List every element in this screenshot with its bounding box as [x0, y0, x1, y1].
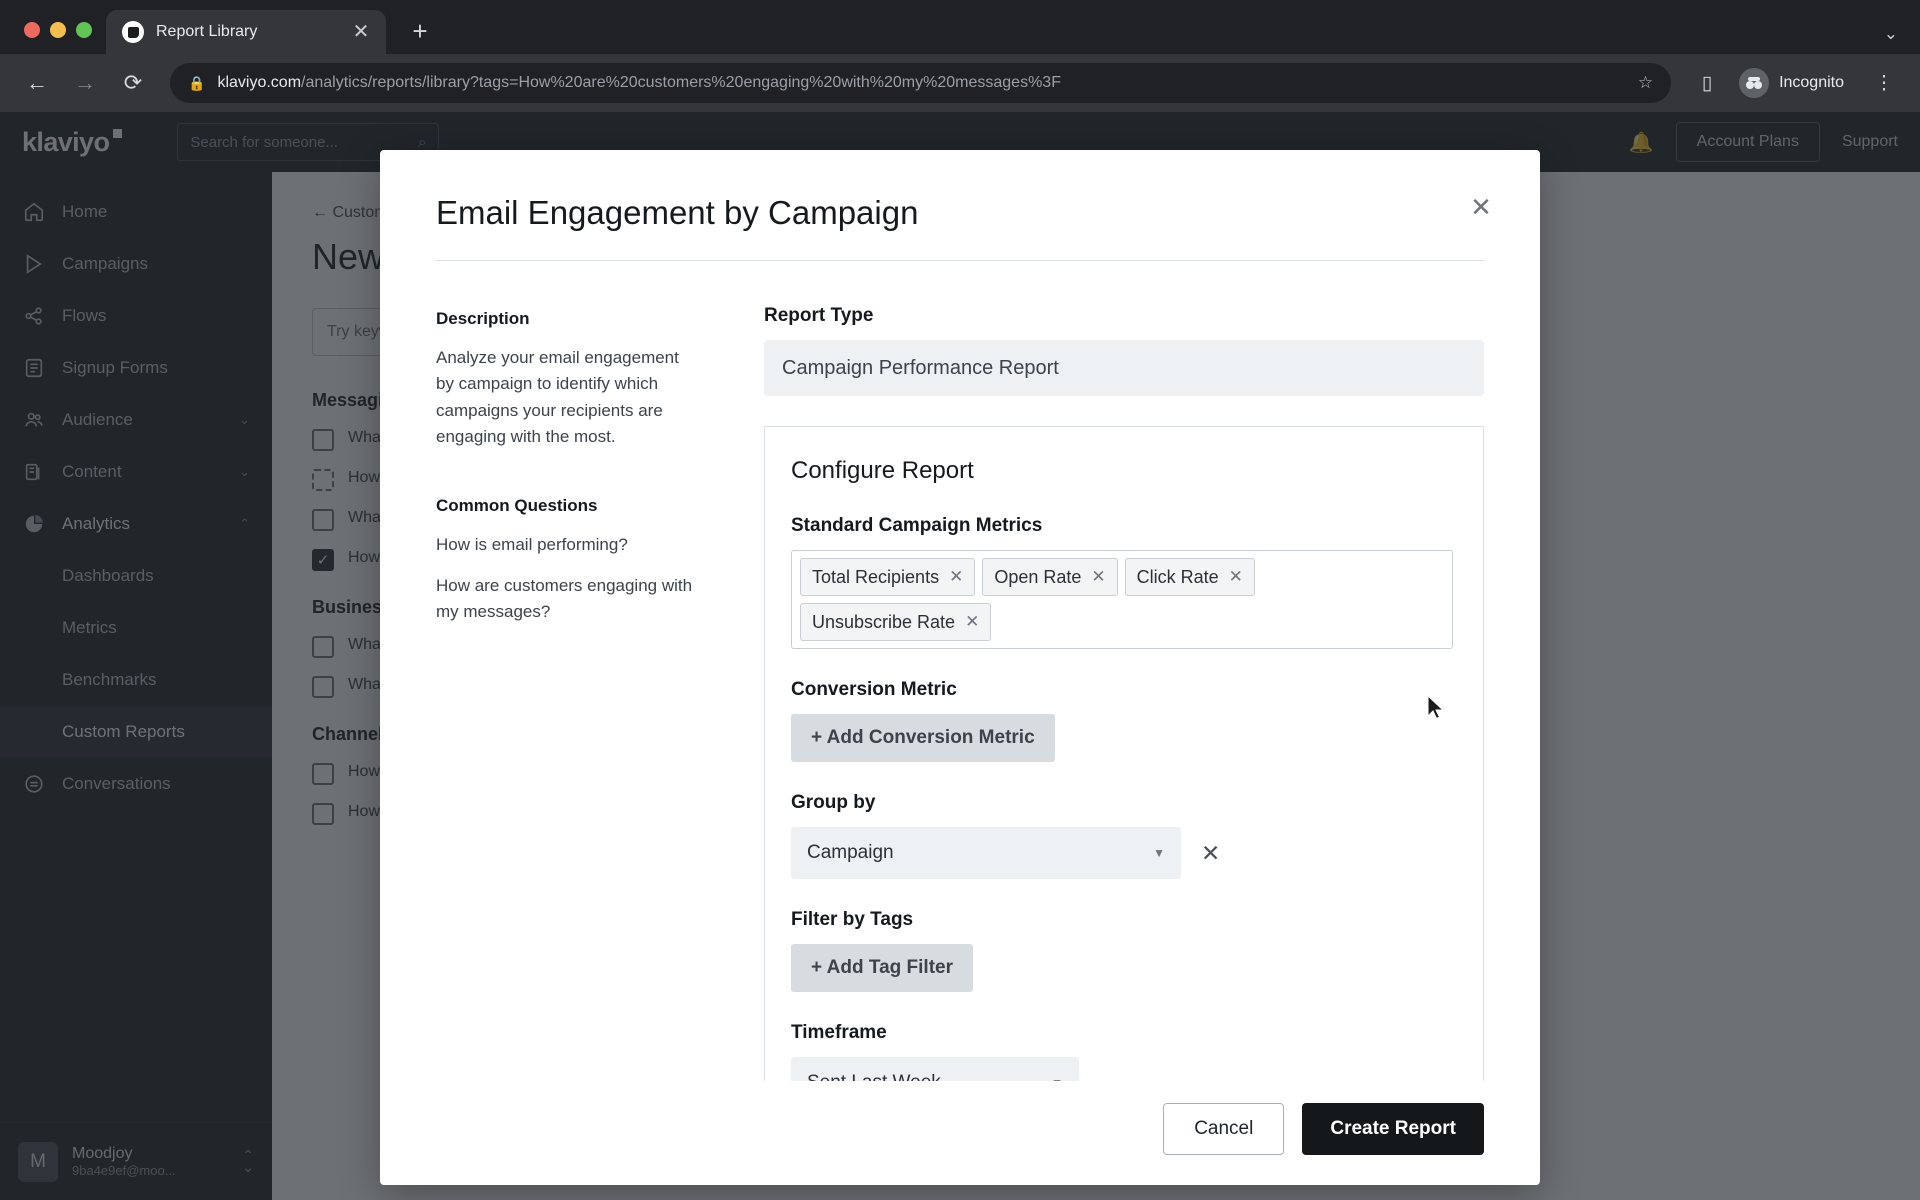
back-button[interactable]: ← — [16, 62, 58, 104]
timeframe-select[interactable]: Sent Last Week ▼ — [791, 1057, 1079, 1081]
divider — [436, 260, 1484, 261]
close-icon[interactable]: ✕ — [1229, 567, 1243, 587]
close-window-button[interactable] — [24, 22, 40, 38]
standard-metrics-input[interactable]: Total Recipients ✕ Open Rate ✕ Click Rat… — [791, 550, 1453, 649]
bookmark-icon[interactable]: ☆ — [1638, 73, 1653, 93]
group-by-select[interactable]: Campaign ▼ — [791, 827, 1181, 879]
create-report-button[interactable]: Create Report — [1302, 1103, 1484, 1155]
reload-button[interactable]: ⟳ — [112, 62, 154, 104]
metric-chip-label: Unsubscribe Rate — [812, 611, 956, 632]
report-type-value: Campaign Performance Report — [764, 340, 1484, 396]
tab-strip: Report Library ✕ + ⌄ — [0, 0, 1920, 54]
common-questions-heading: Common Questions — [436, 496, 598, 516]
url-text: klaviyo.com/analytics/reports/library?ta… — [217, 74, 1061, 91]
incognito-label: Incognito — [1779, 74, 1844, 91]
metric-chip-label: Total Recipients — [812, 566, 940, 587]
common-question-link[interactable]: How is email performing? — [436, 532, 694, 558]
browser-window: Report Library ✕ + ⌄ ← → ⟳ 🔒 klaviyo.com… — [0, 0, 1920, 1200]
address-bar[interactable]: 🔒 klaviyo.com/analytics/reports/library?… — [170, 63, 1672, 103]
report-type-label: Report Type — [764, 305, 874, 326]
modal-body: Description Analyze your email engagemen… — [380, 261, 1540, 1081]
tab-search-icon[interactable]: ⌄ — [1884, 24, 1898, 44]
metric-chip-label: Click Rate — [1136, 566, 1219, 587]
timeframe-value: Sent Last Week — [807, 1072, 941, 1081]
page-viewport: klaviyo Search for someone... ⌕ 🔔 Accoun… — [0, 112, 1920, 1200]
filter-tags-label: Filter by Tags — [791, 909, 914, 930]
add-conversion-metric-button[interactable]: + Add Conversion Metric — [791, 714, 1055, 762]
incognito-icon — [1739, 68, 1770, 98]
conversion-metric-label: Conversion Metric — [791, 679, 957, 700]
browser-tab[interactable]: Report Library ✕ — [106, 10, 386, 54]
group-by-value: Campaign — [807, 842, 894, 863]
favicon-icon — [122, 21, 144, 43]
close-icon[interactable]: ✕ — [1091, 567, 1105, 587]
minimize-window-button[interactable] — [50, 22, 66, 38]
group-by-row: Campaign ▼ ✕ — [791, 827, 1453, 879]
form-column: Report Type Campaign Performance Report … — [728, 261, 1540, 1081]
common-question-link[interactable]: How are customers engaging with my messa… — [436, 573, 694, 626]
tab-title: Report Library — [156, 23, 258, 40]
new-tab-button[interactable]: + — [400, 11, 440, 51]
description-heading: Description — [436, 309, 530, 328]
modal-footer: Cancel Create Report — [380, 1081, 1540, 1185]
configure-report-heading: Configure Report — [791, 457, 974, 484]
metric-chip[interactable]: Unsubscribe Rate ✕ — [800, 603, 992, 641]
close-icon[interactable]: ✕ — [965, 612, 979, 632]
incognito-indicator[interactable]: Incognito — [1733, 64, 1858, 102]
metric-chip[interactable]: Total Recipients ✕ — [800, 558, 976, 596]
close-icon[interactable]: ✕ — [1464, 190, 1498, 224]
forward-button[interactable]: → — [64, 62, 106, 104]
configure-report-card: Configure Report Standard Campaign Metri… — [764, 426, 1484, 1081]
cancel-button[interactable]: Cancel — [1163, 1103, 1285, 1155]
chevron-down-icon: ▼ — [1153, 846, 1165, 860]
timeframe-label: Timeframe — [791, 1022, 887, 1043]
close-icon[interactable]: ✕ — [949, 567, 963, 587]
side-panel-icon[interactable]: ▯ — [1687, 63, 1727, 103]
browser-toolbar: ← → ⟳ 🔒 klaviyo.com/analytics/reports/li… — [0, 54, 1920, 112]
modal-title: Email Engagement by Campaign — [436, 194, 919, 231]
description-text: Analyze your email engagement by campaig… — [436, 348, 679, 447]
modal-header: Email Engagement by Campaign ✕ — [380, 150, 1540, 261]
group-by-label: Group by — [791, 792, 876, 813]
add-tag-filter-button[interactable]: + Add Tag Filter — [791, 944, 973, 992]
metric-chip-label: Open Rate — [994, 566, 1082, 587]
standard-metrics-label: Standard Campaign Metrics — [791, 515, 1043, 536]
lock-icon: 🔒 — [188, 74, 206, 91]
tab-close-icon[interactable]: ✕ — [348, 19, 374, 45]
report-config-modal: Email Engagement by Campaign ✕ Descripti… — [380, 150, 1540, 1185]
window-controls — [16, 22, 106, 54]
maximize-window-button[interactable] — [76, 22, 92, 38]
metric-chip[interactable]: Click Rate ✕ — [1124, 558, 1255, 596]
description-column: Description Analyze your email engagemen… — [436, 261, 728, 1081]
mouse-cursor — [1427, 695, 1445, 720]
group-by-clear-button[interactable]: ✕ — [1201, 840, 1220, 867]
metric-chip[interactable]: Open Rate ✕ — [982, 558, 1118, 596]
kebab-menu-icon[interactable]: ⋮ — [1864, 63, 1904, 103]
